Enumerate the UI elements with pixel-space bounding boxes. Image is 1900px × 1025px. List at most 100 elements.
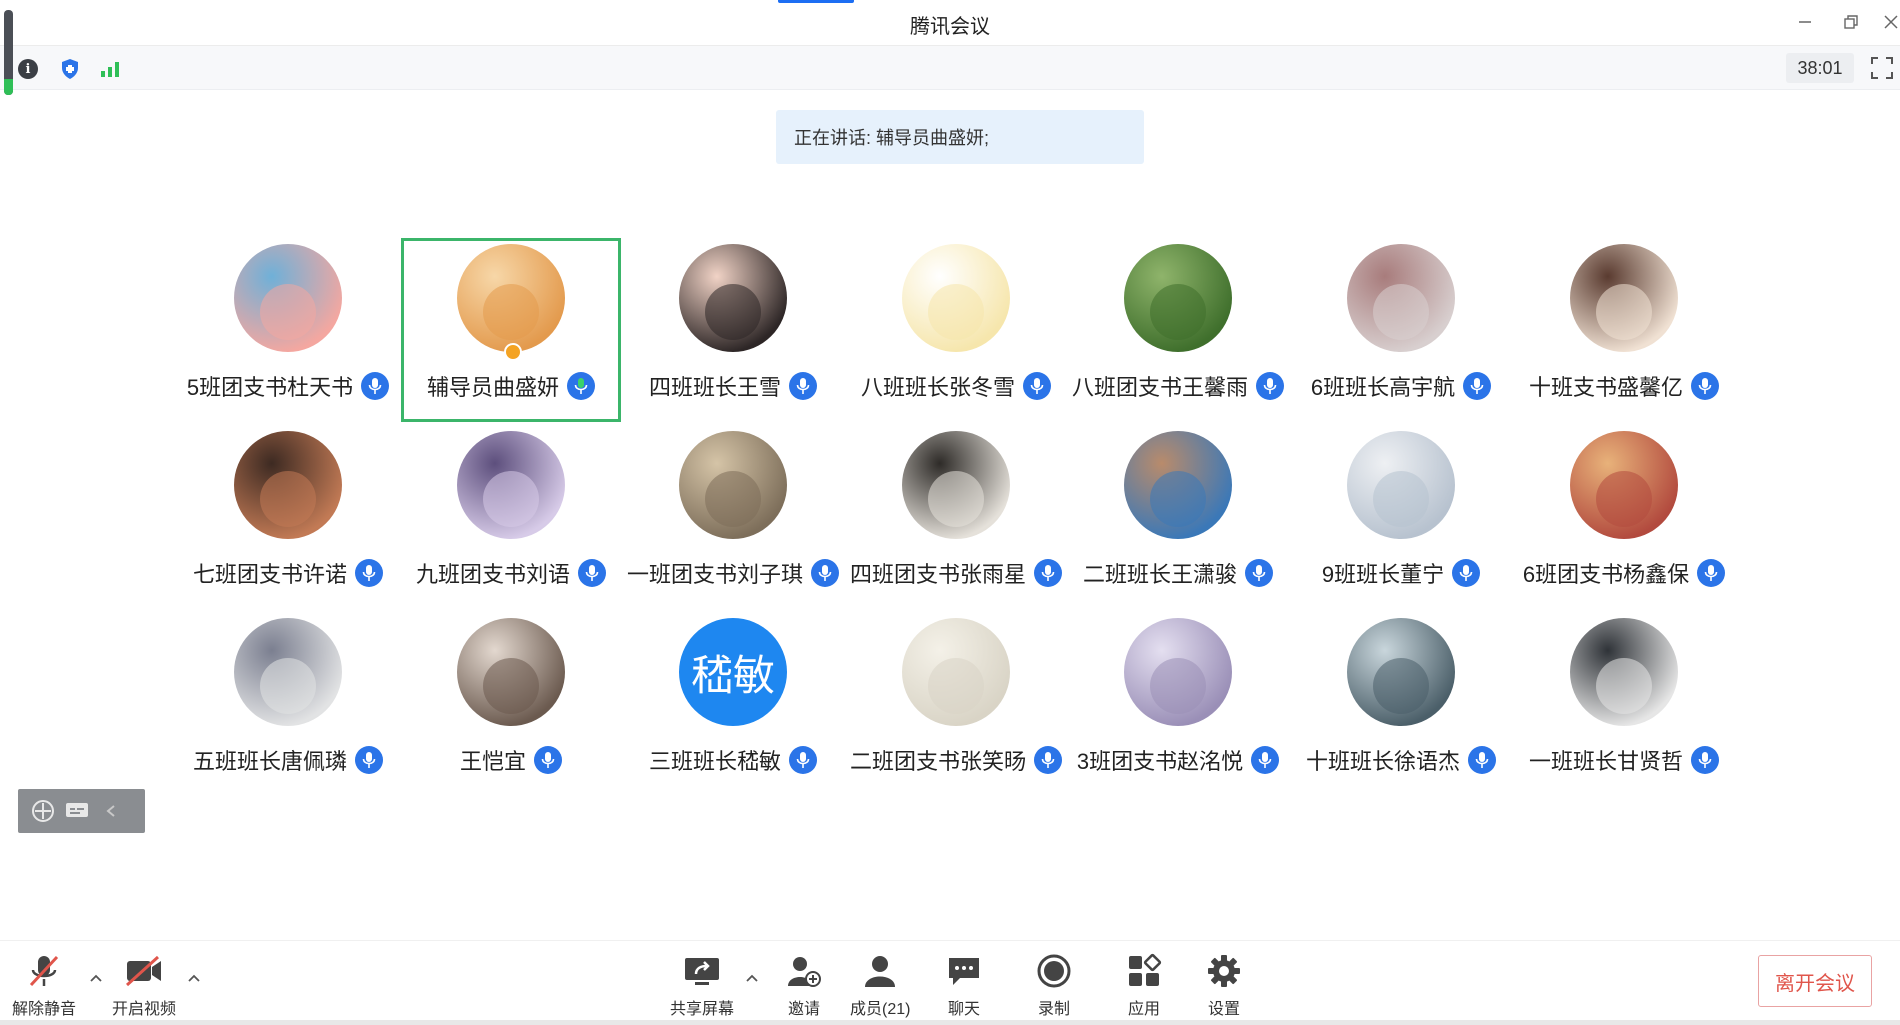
avatar-silhouette bbox=[1150, 658, 1206, 714]
mic-icon bbox=[1704, 565, 1718, 581]
avatar bbox=[234, 244, 342, 352]
apps-icon bbox=[1129, 953, 1162, 986]
avatar bbox=[1570, 431, 1678, 539]
chevron-up-icon bbox=[90, 974, 102, 982]
avatar bbox=[1124, 431, 1232, 539]
gear-icon bbox=[1208, 955, 1240, 987]
participant-name: 五班班长唐佩璘 bbox=[192, 749, 347, 774]
participant-name: 九班团支书刘语 bbox=[415, 562, 570, 587]
leave-meeting-button[interactable]: 离开会议 bbox=[1758, 955, 1872, 1007]
avatar-silhouette bbox=[1150, 471, 1206, 527]
avatar-silhouette bbox=[705, 284, 761, 340]
unmute-button[interactable]: 解除静音 bbox=[12, 951, 76, 1019]
bottom-toolbar: 解除静音 开启视频 共享屏幕 邀请 成员(21) 聊天 录制 应用 设置 bbox=[0, 940, 1900, 1025]
participant-name: 七班团支书许诺 bbox=[192, 562, 347, 587]
participant-name: 四班团支书张雨星 bbox=[849, 562, 1026, 587]
close-button[interactable] bbox=[1876, 8, 1900, 36]
share-screen-icon bbox=[685, 958, 719, 985]
avatar-silhouette bbox=[1373, 284, 1429, 340]
invite-icon bbox=[788, 957, 821, 987]
avatar bbox=[234, 431, 342, 539]
gallery-toggle-button[interactable] bbox=[30, 798, 56, 824]
participant-name: 八班班长张冬雪 bbox=[860, 375, 1015, 400]
floating-control[interactable] bbox=[18, 789, 145, 833]
mic-muted-icon bbox=[29, 955, 59, 987]
avatar-silhouette bbox=[1596, 284, 1652, 340]
meeting-info-bar: i 38:01 bbox=[0, 46, 1900, 90]
avatar bbox=[1570, 244, 1678, 352]
avatar bbox=[1124, 618, 1232, 726]
network-signal-button[interactable] bbox=[98, 57, 122, 81]
participant-name: 八班团支书王馨雨 bbox=[1071, 375, 1248, 400]
apps-button[interactable]: 应用 bbox=[1124, 951, 1164, 1019]
participant-mic-status bbox=[1691, 372, 1719, 400]
avatar bbox=[1347, 431, 1455, 539]
chat-label: 聊天 bbox=[947, 1001, 980, 1018]
avatar-silhouette bbox=[483, 284, 539, 340]
share-options-caret[interactable] bbox=[746, 969, 758, 985]
security-button[interactable] bbox=[58, 57, 82, 81]
share-screen-button[interactable]: 共享屏幕 bbox=[670, 951, 734, 1019]
avatar-silhouette bbox=[928, 658, 984, 714]
participant-tile[interactable]: 6班团支书杨鑫保 bbox=[1514, 425, 1734, 609]
participant-tile[interactable]: 一班班长甘贤哲 bbox=[1514, 612, 1734, 796]
record-label: 录制 bbox=[1037, 1001, 1070, 1018]
participant-name: 6班班长高宇航 bbox=[1310, 375, 1456, 400]
fullscreen-button[interactable] bbox=[1870, 56, 1896, 82]
info-icon: i bbox=[18, 59, 38, 79]
minimize-icon bbox=[1799, 21, 1811, 23]
video-options-caret[interactable] bbox=[188, 969, 200, 985]
participant-name-line: 一班班长甘贤哲 bbox=[1474, 744, 1774, 776]
chat-icon bbox=[949, 958, 979, 985]
participant-mic-status bbox=[1697, 559, 1726, 587]
side-handle[interactable] bbox=[4, 10, 13, 95]
close-icon bbox=[1884, 15, 1898, 29]
avatar-silhouette bbox=[705, 471, 761, 527]
chevron-left-icon bbox=[106, 805, 115, 817]
side-handle-status bbox=[4, 79, 13, 95]
minimize-button[interactable] bbox=[1790, 8, 1820, 36]
avatar-silhouette bbox=[260, 284, 316, 340]
avatar bbox=[457, 431, 565, 539]
participant-name: 十班班长徐语杰 bbox=[1305, 749, 1460, 774]
bottom-divider bbox=[0, 1020, 1900, 1025]
participant-name: 一班团支书刘子琪 bbox=[626, 562, 803, 587]
unmute-label: 解除静音 bbox=[12, 1001, 77, 1018]
avatar bbox=[1124, 244, 1232, 352]
participant-mic-status bbox=[1691, 746, 1719, 774]
restore-button[interactable] bbox=[1836, 8, 1866, 36]
invite-button[interactable]: 邀请 bbox=[784, 951, 824, 1019]
participant-tile[interactable]: 十班支书盛馨亿 bbox=[1514, 238, 1734, 422]
avatar-silhouette bbox=[1373, 471, 1429, 527]
participant-name: 王恺宜 bbox=[459, 749, 526, 774]
caption-button[interactable] bbox=[64, 798, 90, 824]
collapse-button[interactable] bbox=[98, 798, 124, 824]
avatar bbox=[1347, 618, 1455, 726]
video-off-icon bbox=[125, 955, 161, 987]
avatar-silhouette bbox=[483, 658, 539, 714]
avatar bbox=[1347, 244, 1455, 352]
start-video-button[interactable]: 开启视频 bbox=[112, 951, 176, 1019]
settings-button[interactable]: 设置 bbox=[1204, 951, 1244, 1019]
avatar-silhouette bbox=[260, 471, 316, 527]
restore-icon bbox=[1844, 15, 1858, 29]
caption-icon bbox=[66, 803, 88, 817]
avatar-silhouette bbox=[260, 658, 316, 714]
info-button[interactable]: i bbox=[16, 57, 40, 81]
title-bar: 腾讯会议 bbox=[0, 0, 1900, 46]
host-badge bbox=[504, 343, 522, 361]
audio-options-caret[interactable] bbox=[90, 969, 102, 985]
avatar: 嵇敏 bbox=[679, 618, 787, 726]
avatar bbox=[457, 244, 565, 352]
record-button[interactable]: 录制 bbox=[1034, 951, 1074, 1019]
participant-name: 6班团支书杨鑫保 bbox=[1522, 562, 1690, 587]
members-button[interactable]: 成员(21) bbox=[850, 951, 910, 1019]
tab-indicator bbox=[778, 0, 854, 3]
record-icon bbox=[1037, 954, 1071, 988]
participant-name: 二班班长王潇骏 bbox=[1082, 562, 1237, 587]
speaking-banner: 正在讲话: 辅导员曲盛妍; bbox=[776, 110, 1144, 164]
shield-icon bbox=[62, 59, 78, 79]
chat-button[interactable]: 聊天 bbox=[944, 951, 984, 1019]
participant-name: 一班班长甘贤哲 bbox=[1528, 749, 1683, 774]
mic-icon bbox=[1459, 565, 1473, 581]
